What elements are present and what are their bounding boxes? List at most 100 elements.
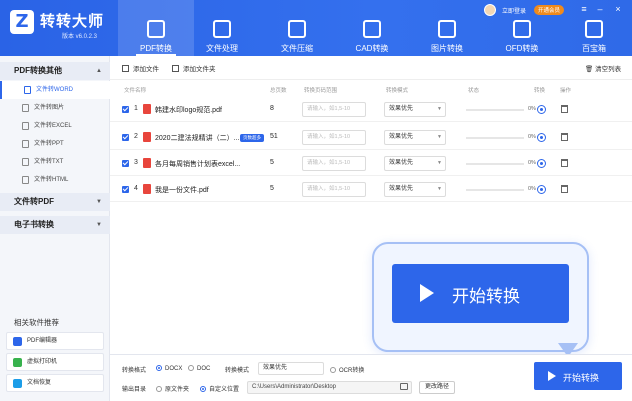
ofd-icon [513,20,531,38]
output-custom-radio[interactable]: 自定义位置 [200,384,239,393]
tab-image-convert[interactable]: 图片转换 [409,0,485,56]
pdf-editor-icon [13,337,22,346]
start-convert-button[interactable]: 开始转换 [534,362,622,390]
chevron-down-icon: ▼ [437,160,442,166]
delete-icon[interactable] [561,159,568,167]
doc-icon [22,158,29,166]
doc-icon [22,122,29,130]
sidebar-item-ppt[interactable]: 文件转PPT [0,135,110,153]
convert-icon[interactable] [537,159,546,168]
chevron-up-icon: ▲ [96,68,102,74]
row-checkbox[interactable] [122,106,129,113]
chevron-down-icon: ▼ [437,186,442,192]
doc-icon [24,86,31,94]
image-icon [438,20,456,38]
progress-percent: 0% [528,134,536,140]
tab-file-compress[interactable]: 文件压缩 [259,0,335,56]
bottom-mode-select[interactable]: 效果优先 [258,362,324,375]
avatar[interactable] [484,4,496,16]
output-path-field[interactable]: C:\Users\Administrator\Desktop [247,381,412,394]
progress-bar [466,189,524,191]
doc-icon [22,140,29,148]
page-range-input[interactable]: 请输入，如1,5-10 [302,130,366,145]
progress-percent: 0% [528,160,536,166]
progress-percent: 0% [528,106,536,112]
progress-bar [466,163,524,165]
add-file-button[interactable]: 添加文件 [122,63,159,73]
close-icon[interactable]: × [612,4,624,14]
sidebar-group-to-pdf[interactable]: 文件转PDF ▼ [0,193,110,211]
page-range-input[interactable]: 请输入，如1,5-10 [302,102,366,117]
add-folder-button[interactable]: 添加文件夹 [172,63,216,73]
sidebar-item-word[interactable]: 文件转WORD [0,81,110,99]
chevron-down-icon: ▼ [437,106,442,112]
pdf-file-icon [143,184,151,194]
output-original-radio[interactable]: 原文件夹 [156,384,189,393]
delete-icon[interactable] [561,105,568,113]
many-pages-badge: 页数超多 [240,134,264,142]
format-docx-radio[interactable]: DOCX [156,365,182,372]
progress-percent: 0% [528,186,536,192]
sidebar: PDF转换其他 ▲ 文件转WORD 文件转图片 文件转EXCEL 文件转PPT … [0,56,110,401]
delete-icon[interactable] [561,133,568,141]
page-count: 5 [270,185,274,192]
sidebar-item-excel[interactable]: 文件转EXCEL [0,117,110,135]
folder-icon[interactable] [400,383,408,390]
change-path-button[interactable]: 更改路径 [419,381,455,394]
convert-icon[interactable] [537,105,546,114]
sidebar-group-pdf-convert[interactable]: PDF转换其他 ▲ [0,62,110,80]
menu-icon[interactable]: ≡ [578,4,590,14]
sidebar-item-txt[interactable]: 文件转TXT [0,153,110,171]
ocr-radio[interactable]: OCR转换 [330,365,364,374]
mode-select[interactable]: 效果优先 ▼ [384,156,446,171]
tab-cad-convert[interactable]: CAD转换 [334,0,410,56]
add-file-icon [122,65,129,72]
table-row[interactable]: 2 2020二建法规精讲（二）... 页数超多 51 请输入，如1,5-10 效… [110,126,632,150]
sidebar-group-ebook[interactable]: 电子书转换 ▼ [0,216,110,234]
play-icon [420,284,436,302]
rec-virtual-printer[interactable]: 虚拟打印机 [6,353,104,371]
printer-icon [13,358,22,367]
chevron-down-icon: ▼ [437,134,442,140]
format-doc-radio[interactable]: DOC [188,365,210,372]
mode-select[interactable]: 效果优先 ▼ [384,182,446,197]
pdf-icon [147,20,165,38]
pdf-file-icon [143,104,151,114]
sidebar-item-html[interactable]: 文件转HTML [0,171,110,189]
table-row[interactable]: 1 韩建水印logo规范.pdf 8 请输入，如1,5-10 效果优先 ▼ 0% [110,98,632,122]
minimize-icon[interactable]: – [594,4,606,14]
mode-select[interactable]: 效果优先 ▼ [384,130,446,145]
compress-icon [288,20,306,38]
trash-icon: 🗑 [585,66,594,73]
doc-icon [22,104,29,112]
pdf-file-icon [143,132,151,142]
app-logo-icon: Z [10,10,34,34]
delete-icon[interactable] [561,185,568,193]
top-bar: Z 转转大师 版本 v6.0.2.3 PDF转换 文件处理 文件压缩 CAD转换… [0,0,632,56]
table-row[interactable]: 3 各月每周销售计划表excel... 5 请输入，如1,5-10 效果优先 ▼ … [110,152,632,176]
sidebar-item-image[interactable]: 文件转图片 [0,99,110,117]
page-range-input[interactable]: 请输入，如1,5-10 [302,182,366,197]
recommend-title: 相关软件推荐 [14,318,59,327]
row-checkbox[interactable] [122,186,129,193]
login-link[interactable]: 立即登录 [502,6,526,15]
rec-doc-recovery[interactable]: 文档恢复 [6,374,104,392]
page-range-input[interactable]: 请输入，如1,5-10 [302,156,366,171]
table-row[interactable]: 4 我是一份文件.pdf 5 请输入，如1,5-10 效果优先 ▼ 0% [110,178,632,202]
convert-icon[interactable] [537,185,546,194]
format-label: 转换格式 [122,368,147,374]
big-start-button[interactable]: 开始转换 [392,264,569,323]
mode-select[interactable]: 效果优先 ▼ [384,102,446,117]
rec-pdf-editor[interactable]: PDF编辑器 [6,332,104,350]
row-checkbox[interactable] [122,160,129,167]
pdf-file-icon [143,158,151,168]
file-name: 韩建水印logo规范.pdf [155,107,222,114]
convert-icon[interactable] [537,133,546,142]
tab-pdf-convert[interactable]: PDF转换 [118,0,194,56]
row-checkbox[interactable] [122,134,129,141]
tab-file-process[interactable]: 文件处理 [184,0,260,56]
toolbar: 添加文件 添加文件夹 🗑 清空列表 [110,56,632,80]
clear-list-button[interactable]: 🗑 清空列表 [585,63,621,73]
toolbox-icon [585,20,603,38]
vip-badge[interactable]: 开通会员 [534,5,565,15]
